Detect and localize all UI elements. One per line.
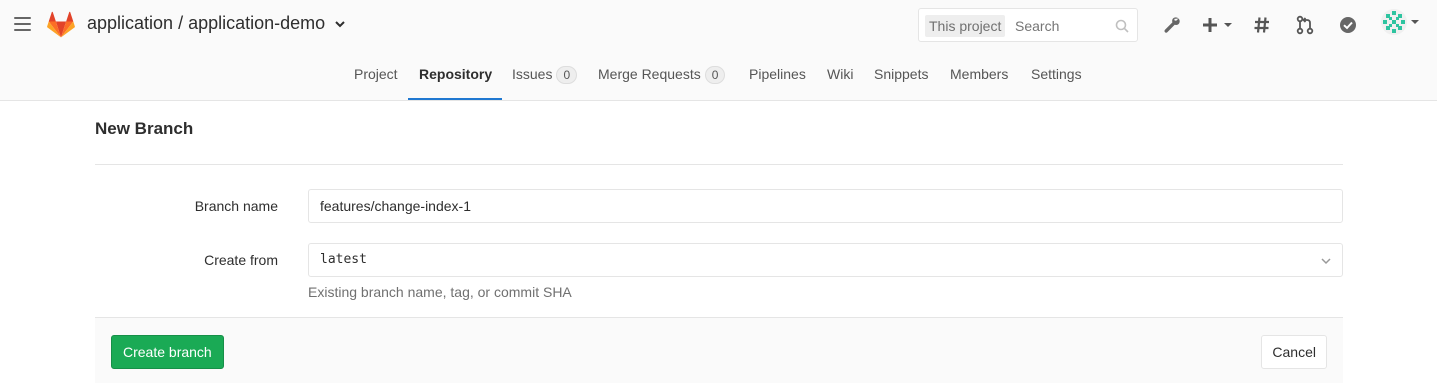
tab-issues[interactable]: Issues 0 [512, 66, 578, 84]
search-scope-badge[interactable]: This project [925, 15, 1006, 37]
chevron-down-icon[interactable] [1320, 255, 1332, 267]
form-actions: Create branch Cancel [95, 317, 1343, 383]
create-branch-button[interactable]: Create branch [111, 335, 224, 369]
branch-name-input[interactable]: features/change-index-1 [308, 189, 1343, 223]
search-input[interactable] [1015, 18, 1110, 34]
plus-icon[interactable] [1201, 16, 1219, 34]
user-menu-dropdown[interactable] [1381, 9, 1420, 35]
issues-count-badge: 0 [556, 66, 578, 84]
tab-issues-label[interactable]: Issues [512, 66, 552, 82]
divider [95, 164, 1343, 165]
chevron-down-icon[interactable] [334, 18, 346, 30]
tab-pipelines[interactable]: Pipelines [749, 66, 806, 82]
search-box[interactable]: This project [918, 8, 1138, 42]
create-from-value[interactable]: latest [320, 252, 367, 267]
hash-icon[interactable] [1253, 14, 1271, 36]
tab-snippets[interactable]: Snippets [874, 66, 928, 82]
caret-down-icon[interactable] [1410, 18, 1420, 26]
merge-request-icon[interactable] [1296, 14, 1314, 36]
caret-down-icon[interactable] [1223, 21, 1233, 29]
create-from-label: Create from [204, 252, 278, 268]
tab-merge-requests[interactable]: Merge Requests 0 [598, 66, 726, 84]
tab-members[interactable]: Members [950, 66, 1008, 82]
tab-project[interactable]: Project [354, 66, 398, 82]
merge-requests-count-badge: 0 [704, 66, 726, 84]
branch-name-label: Branch name [194, 198, 278, 214]
cancel-button[interactable]: Cancel [1261, 335, 1327, 369]
create-from-select[interactable]: latest [308, 243, 1343, 277]
active-tab-indicator [408, 98, 502, 100]
top-navbar: application / application-demo This proj… [0, 0, 1437, 101]
todo-check-icon[interactable] [1339, 14, 1357, 36]
page-title: New Branch [95, 119, 194, 138]
tab-merge-requests-label[interactable]: Merge Requests [598, 66, 701, 82]
project-path[interactable]: application / application-demo [87, 13, 325, 33]
project-breadcrumb[interactable]: application / application-demo [87, 13, 346, 34]
create-from-help-text: Existing branch name, tag, or commit SHA [308, 284, 572, 300]
tab-repository[interactable]: Repository [419, 66, 492, 82]
wrench-icon[interactable] [1162, 14, 1182, 36]
search-icon [1115, 19, 1129, 33]
tab-wiki[interactable]: Wiki [827, 66, 853, 82]
gitlab-logo[interactable] [47, 11, 75, 38]
project-nav-tabs: Project Repository Issues 0 Merge Request… [0, 50, 1437, 101]
tab-settings[interactable]: Settings [1031, 66, 1082, 82]
hamburger-menu-icon[interactable] [14, 17, 31, 33]
avatar[interactable] [1381, 9, 1407, 35]
new-item-dropdown[interactable] [1201, 14, 1233, 36]
